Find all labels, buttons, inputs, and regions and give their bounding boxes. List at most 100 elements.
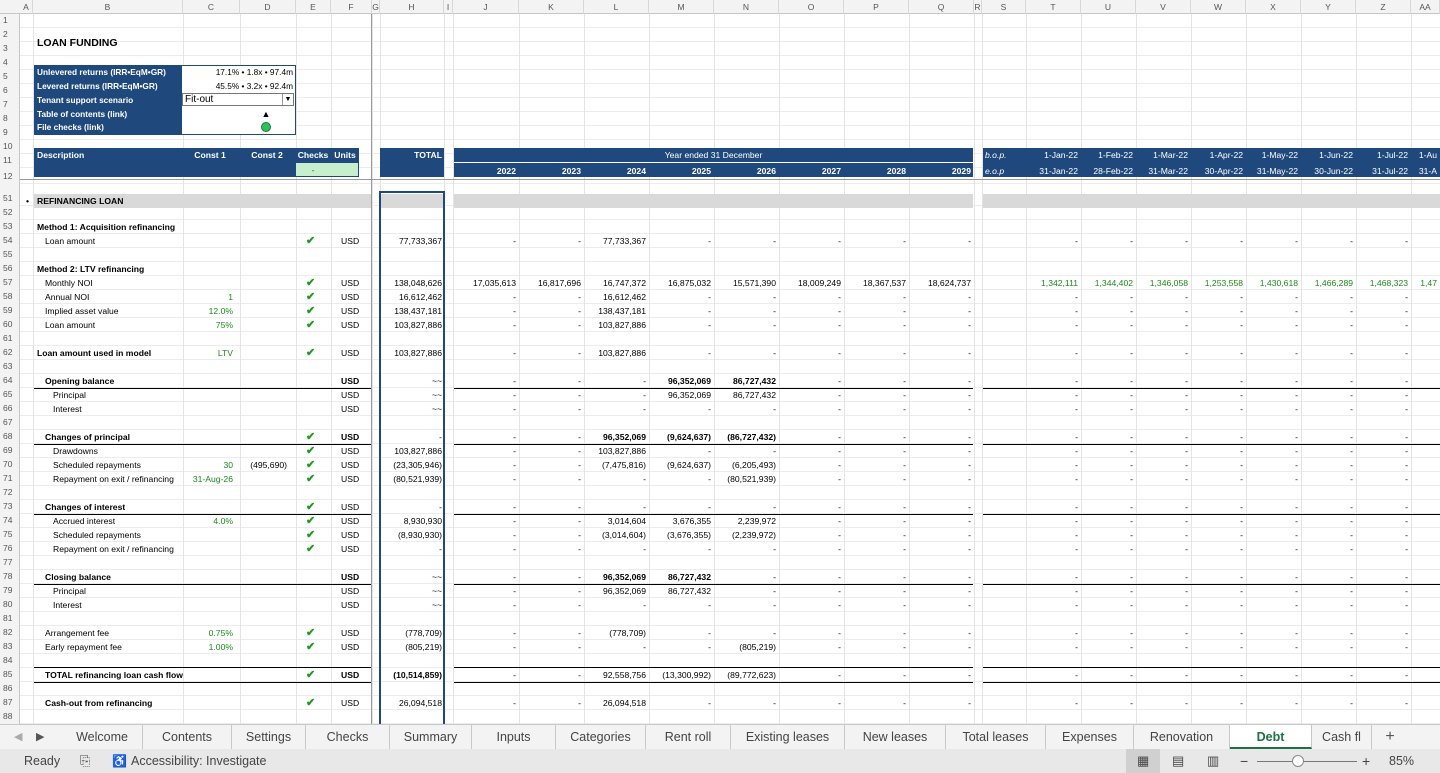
month-value[interactable]: -: [1191, 514, 1243, 528]
month-value[interactable]: -: [1136, 444, 1188, 458]
month-value[interactable]: -: [1026, 584, 1078, 598]
column-header-c[interactable]: C: [183, 0, 240, 14]
year-value[interactable]: -: [844, 696, 906, 710]
year-value[interactable]: -: [909, 514, 971, 528]
month-value[interactable]: -: [1356, 598, 1408, 612]
month-value[interactable]: -: [1026, 318, 1078, 332]
month-value[interactable]: -: [1301, 598, 1353, 612]
year-value[interactable]: -: [519, 584, 581, 598]
month-value[interactable]: -: [1356, 528, 1408, 542]
column-header-u[interactable]: U: [1081, 0, 1136, 14]
year-value[interactable]: 96,352,069: [649, 374, 711, 388]
month-value[interactable]: -: [1081, 696, 1133, 710]
column-header-i[interactable]: I: [444, 0, 453, 14]
month-value[interactable]: -: [1136, 542, 1188, 556]
year-value[interactable]: -: [909, 584, 971, 598]
month-value[interactable]: -: [1081, 668, 1133, 682]
month-value[interactable]: -: [1026, 346, 1078, 360]
total-value[interactable]: (10,514,859): [382, 668, 442, 682]
year-value[interactable]: -: [453, 598, 516, 612]
month-value[interactable]: 1,466,289: [1301, 276, 1353, 290]
month-value[interactable]: -: [1081, 640, 1133, 654]
month-value[interactable]: 1,468,323: [1356, 276, 1408, 290]
page-break-icon[interactable]: ▥: [1207, 749, 1219, 773]
normal-view-icon[interactable]: ▦: [1137, 749, 1149, 773]
month-value[interactable]: -: [1191, 528, 1243, 542]
month-value[interactable]: -: [1136, 234, 1188, 248]
year-value[interactable]: -: [453, 472, 516, 486]
month-value[interactable]: -: [1136, 318, 1188, 332]
month-value[interactable]: -: [1246, 374, 1298, 388]
year-value[interactable]: -: [844, 514, 906, 528]
month-value[interactable]: -: [1301, 570, 1353, 584]
month-value[interactable]: -: [1191, 430, 1243, 444]
total-value[interactable]: (778,709): [382, 626, 442, 640]
year-value[interactable]: (9,624,637): [649, 430, 711, 444]
year-value[interactable]: -: [909, 304, 971, 318]
month-value[interactable]: -: [1136, 514, 1188, 528]
tab-total-leases[interactable]: Total leases: [946, 725, 1046, 749]
year-value[interactable]: -: [649, 500, 711, 514]
month-value[interactable]: -: [1191, 402, 1243, 416]
year-value[interactable]: 17,035,613: [453, 276, 516, 290]
year-value[interactable]: 16,612,462: [584, 290, 646, 304]
month-value[interactable]: -: [1246, 388, 1298, 402]
year-value[interactable]: -: [519, 528, 581, 542]
month-value[interactable]: -: [1301, 318, 1353, 332]
month-value[interactable]: -: [1356, 304, 1408, 318]
month-value[interactable]: -: [1081, 514, 1133, 528]
month-value[interactable]: -: [1081, 388, 1133, 402]
column-header-r[interactable]: R: [974, 0, 982, 14]
month-value[interactable]: -: [1081, 472, 1133, 486]
year-value[interactable]: -: [909, 346, 971, 360]
month-value[interactable]: -: [1356, 458, 1408, 472]
month-value[interactable]: 1,344,402: [1081, 276, 1133, 290]
year-value[interactable]: -: [779, 374, 841, 388]
year-value[interactable]: (9,624,637): [649, 458, 711, 472]
column-header-s[interactable]: S: [982, 0, 1026, 14]
year-value[interactable]: -: [779, 472, 841, 486]
year-value[interactable]: -: [453, 514, 516, 528]
year-value[interactable]: -: [779, 626, 841, 640]
tab-checks[interactable]: Checks: [306, 725, 390, 749]
column-header-p[interactable]: P: [844, 0, 909, 14]
year-value[interactable]: -: [453, 318, 516, 332]
year-value[interactable]: -: [714, 500, 776, 514]
month-value[interactable]: -: [1081, 500, 1133, 514]
year-value[interactable]: 103,827,886: [584, 346, 646, 360]
month-value[interactable]: -: [1026, 626, 1078, 640]
total-value[interactable]: ~~: [382, 374, 442, 388]
year-value[interactable]: -: [649, 598, 711, 612]
year-value[interactable]: -: [714, 318, 776, 332]
month-value[interactable]: -: [1026, 528, 1078, 542]
year-value[interactable]: (778,709): [584, 626, 646, 640]
tab-inputs[interactable]: Inputs: [472, 725, 556, 749]
month-value[interactable]: -: [1191, 458, 1243, 472]
year-value[interactable]: -: [453, 304, 516, 318]
year-value[interactable]: -: [519, 290, 581, 304]
year-value[interactable]: -: [844, 304, 906, 318]
year-value[interactable]: -: [909, 696, 971, 710]
year-value[interactable]: -: [453, 374, 516, 388]
year-value[interactable]: 16,875,032: [649, 276, 711, 290]
const1-value[interactable]: 4.0%: [183, 514, 233, 528]
column-header-a[interactable]: A: [20, 0, 33, 14]
month-value[interactable]: -: [1191, 290, 1243, 304]
month-value[interactable]: -: [1081, 458, 1133, 472]
year-value[interactable]: -: [649, 542, 711, 556]
month-value[interactable]: -: [1356, 570, 1408, 584]
year-value[interactable]: -: [844, 500, 906, 514]
year-value[interactable]: -: [844, 640, 906, 654]
tab-rent-roll[interactable]: Rent roll: [646, 725, 731, 749]
month-value[interactable]: -: [1301, 668, 1353, 682]
month-value[interactable]: -: [1191, 472, 1243, 486]
year-value[interactable]: -: [844, 584, 906, 598]
const1-value[interactable]: 0.75%: [183, 626, 233, 640]
year-value[interactable]: 96,352,069: [584, 570, 646, 584]
month-value[interactable]: -: [1301, 626, 1353, 640]
year-value[interactable]: -: [519, 444, 581, 458]
month-value[interactable]: -: [1356, 668, 1408, 682]
year-value[interactable]: 92,558,756: [584, 668, 646, 682]
month-value[interactable]: -: [1246, 584, 1298, 598]
year-value[interactable]: -: [844, 472, 906, 486]
